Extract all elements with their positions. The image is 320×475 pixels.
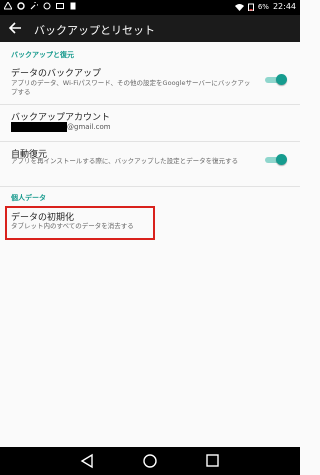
sync-icon: [43, 2, 51, 10]
auto-restore-toggle[interactable]: [265, 154, 287, 165]
settings-icon: [17, 2, 25, 10]
setting-summary: アプリのデータ、Wi-Fiパスワード、その他の設定をGoogleサーバーにバック…: [11, 79, 251, 96]
divider: [0, 141, 300, 142]
file-icon: [70, 2, 76, 10]
section-header-backup: バックアップと復元: [11, 51, 74, 59]
divider: [0, 186, 300, 187]
data-backup-toggle[interactable]: [265, 74, 287, 85]
setting-auto-restore[interactable]: 自動復元 アプリを再インストールする際に、バックアップした設定とデータを復元する: [0, 143, 300, 183]
toggle-thumb: [276, 154, 287, 165]
setting-backup-account[interactable]: バックアップアカウント @gmail.com: [0, 106, 300, 141]
toggle-thumb: [276, 74, 287, 85]
clock: 22:44: [272, 2, 296, 11]
setting-data-backup[interactable]: データのバックアップ アプリのデータ、Wi-Fiパスワード、その他の設定をGoo…: [0, 63, 300, 101]
highlight-box: [5, 206, 155, 240]
drive-icon: [4, 2, 12, 10]
email-suffix: @gmail.com: [67, 123, 111, 131]
divider: [0, 104, 300, 105]
notification-icons: [4, 2, 77, 10]
battery-percent: 6%: [257, 2, 269, 11]
setting-summary: アプリを再インストールする際に、バックアップした設定とデータを復元する: [11, 157, 239, 165]
redacted-email: [11, 122, 67, 132]
section-header-personal: 個人データ: [11, 194, 46, 202]
status-bar: 6% 22:44: [0, 0, 300, 15]
system-status: 6% 22:44: [234, 2, 296, 11]
wifi-icon: [234, 3, 244, 11]
setting-title: データのバックアップ: [11, 69, 102, 79]
recents-nav-icon[interactable]: [205, 453, 219, 469]
wrench-icon: [30, 2, 38, 10]
page-title: バックアップとリセット: [34, 24, 155, 37]
app-bar: バックアップとリセット: [0, 15, 300, 42]
image-icon: [56, 3, 64, 9]
navigation-bar: [0, 447, 300, 475]
back-arrow-icon[interactable]: [8, 20, 22, 36]
battery-icon: [247, 3, 254, 11]
home-nav-icon[interactable]: [142, 453, 158, 469]
back-nav-icon[interactable]: [80, 453, 94, 469]
